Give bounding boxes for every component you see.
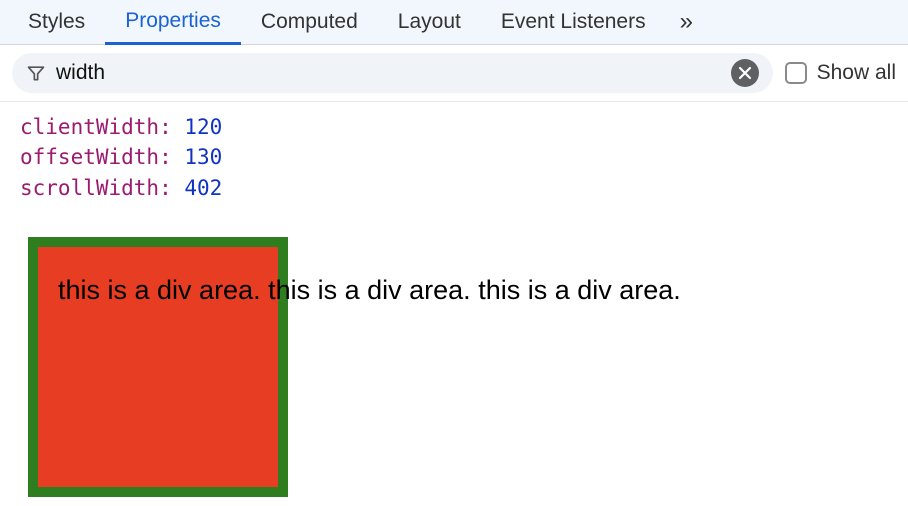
- property-key: scrollWidth: [20, 176, 159, 200]
- property-row: offsetWidth: 130: [20, 142, 888, 172]
- clear-filter-button[interactable]: [731, 59, 759, 87]
- show-all-label: Show all: [817, 61, 896, 85]
- property-row: clientWidth: 120: [20, 112, 888, 142]
- filter-input-container: [12, 53, 773, 93]
- property-value: 130: [184, 145, 222, 169]
- property-row: scrollWidth: 402: [20, 173, 888, 203]
- devtools-tabs: Styles Properties Computed Layout Event …: [0, 0, 908, 45]
- filter-bar: Show all: [0, 45, 908, 102]
- demo-box: this is a div area. this is a div area. …: [28, 237, 288, 497]
- property-value: 120: [184, 115, 222, 139]
- close-icon: [738, 66, 752, 80]
- property-value: 402: [184, 176, 222, 200]
- show-all-checkbox[interactable]: [785, 62, 807, 84]
- tab-event-listeners[interactable]: Event Listeners: [481, 0, 666, 44]
- demo-area: this is a div area. this is a div area. …: [0, 213, 908, 497]
- properties-list: clientWidth: 120 offsetWidth: 130 scroll…: [0, 102, 908, 213]
- demo-text: this is a div area. this is a div area. …: [58, 275, 681, 306]
- tab-layout[interactable]: Layout: [378, 0, 481, 44]
- tab-styles[interactable]: Styles: [8, 0, 105, 44]
- tab-properties[interactable]: Properties: [105, 1, 241, 45]
- filter-input[interactable]: [56, 61, 721, 85]
- tabs-overflow-button[interactable]: »: [666, 8, 707, 36]
- filter-icon: [26, 63, 46, 83]
- property-key: offsetWidth: [20, 145, 159, 169]
- show-all-toggle[interactable]: Show all: [785, 61, 896, 85]
- tab-computed[interactable]: Computed: [241, 0, 378, 44]
- property-key: clientWidth: [20, 115, 159, 139]
